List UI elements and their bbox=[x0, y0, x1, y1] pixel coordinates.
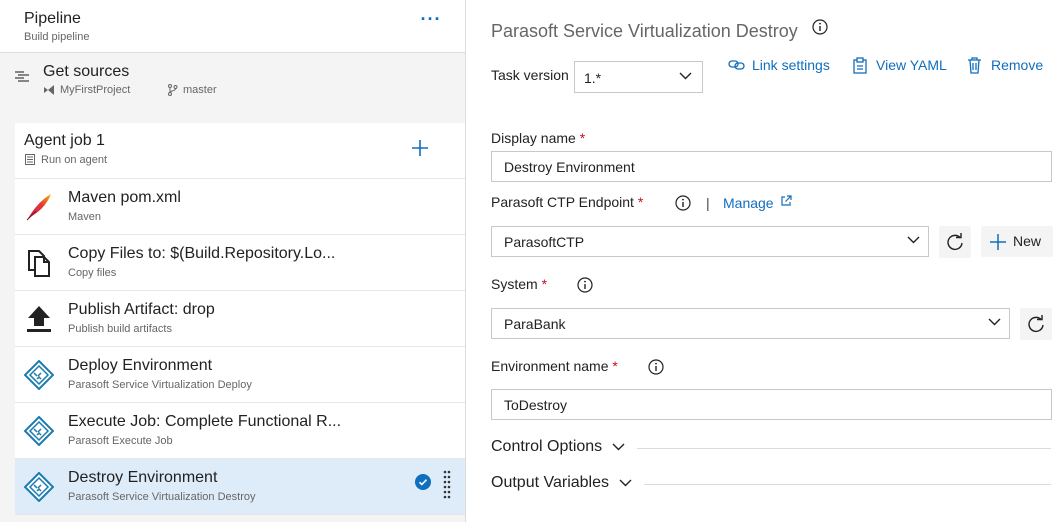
task-title: Copy Files to: $(Build.Repository.Lo... bbox=[68, 245, 336, 262]
required-marker: * bbox=[612, 358, 618, 374]
refresh-system-button[interactable] bbox=[1020, 308, 1052, 340]
info-icon[interactable] bbox=[648, 359, 664, 375]
endpoint-value: ParasoftCTP bbox=[504, 234, 585, 250]
task-item-selected[interactable]: Destroy Environment Parasoft Service Vir… bbox=[15, 459, 465, 515]
environment-name-input[interactable]: ToDestroy bbox=[491, 389, 1052, 420]
required-marker: * bbox=[579, 130, 586, 146]
pipeline-subtitle: Build pipeline bbox=[24, 31, 90, 43]
output-variables-label: Output Variables bbox=[491, 474, 609, 491]
repo-name: MyFirstProject bbox=[60, 84, 131, 96]
clipboard-icon bbox=[853, 57, 867, 74]
chevron-down-icon bbox=[907, 236, 920, 244]
trash-icon bbox=[968, 57, 981, 74]
task-subtitle: Parasoft Service Virtualization Deploy bbox=[68, 379, 252, 391]
pipeline-panel: Pipeline Build pipeline ··· Get sources … bbox=[0, 0, 466, 522]
refresh-icon bbox=[1028, 315, 1044, 333]
task-title: Destroy Environment bbox=[68, 469, 218, 486]
divider bbox=[644, 484, 1051, 485]
maven-feather-icon bbox=[26, 194, 51, 221]
task-heading: Parasoft Service Virtualization Destroy bbox=[491, 21, 798, 41]
system-value: ParaBank bbox=[504, 316, 566, 332]
parasoft-icon bbox=[24, 472, 54, 502]
parasoft-icon bbox=[24, 360, 54, 390]
task-item[interactable]: Deploy Environment Parasoft Service Virt… bbox=[15, 347, 465, 403]
repo-icon bbox=[44, 85, 54, 95]
task-title: Deploy Environment bbox=[68, 357, 213, 374]
task-subtitle: Copy files bbox=[68, 267, 117, 279]
task-subtitle: Parasoft Execute Job bbox=[68, 435, 173, 447]
system-select[interactable]: ParaBank bbox=[491, 308, 1010, 339]
refresh-endpoint-button[interactable] bbox=[939, 226, 971, 258]
required-marker: * bbox=[541, 276, 548, 292]
environment-name-label: Environment name * bbox=[491, 358, 618, 374]
remove-label: Remove bbox=[991, 57, 1044, 73]
agent-job-subtitle: Run on agent bbox=[41, 154, 108, 166]
chevron-down-icon bbox=[612, 443, 625, 451]
branch-icon bbox=[168, 84, 178, 96]
add-task-icon[interactable] bbox=[410, 138, 430, 158]
endpoint-label: Parasoft CTP Endpoint * bbox=[491, 194, 644, 210]
task-subtitle: Parasoft Service Virtualization Destroy bbox=[68, 491, 256, 503]
task-title: Maven pom.xml bbox=[68, 189, 181, 206]
chevron-down-icon bbox=[619, 479, 632, 487]
branch-name: master bbox=[183, 84, 217, 96]
separator: | bbox=[706, 195, 710, 211]
task-details-panel: Parasoft Service Virtualization Destroy … bbox=[466, 0, 1057, 522]
pipeline-header: Pipeline Build pipeline ··· bbox=[0, 0, 465, 53]
agent-job-title: Agent job 1 bbox=[24, 132, 105, 149]
output-variables-section[interactable]: Output Variables bbox=[491, 474, 632, 492]
get-sources-title: Get sources bbox=[43, 63, 130, 80]
more-actions-button[interactable]: ··· bbox=[420, 10, 442, 32]
endpoint-select[interactable]: ParasoftCTP bbox=[491, 226, 929, 257]
task-item[interactable]: Execute Job: Complete Functional R... Pa… bbox=[15, 403, 465, 459]
new-endpoint-button[interactable]: New bbox=[981, 226, 1053, 257]
task-version-value: 1.* bbox=[584, 70, 602, 86]
info-icon[interactable] bbox=[812, 19, 828, 35]
display-name-input[interactable]: Destroy Environment bbox=[491, 151, 1052, 182]
task-item[interactable]: Copy Files to: $(Build.Repository.Lo... … bbox=[15, 235, 465, 291]
control-options-label: Control Options bbox=[491, 438, 603, 455]
task-subtitle: Maven bbox=[68, 211, 102, 223]
view-yaml-label: View YAML bbox=[876, 57, 947, 73]
chevron-down-icon bbox=[679, 72, 692, 80]
task-list: Agent job 1 Run on agent Maven pom.xml M… bbox=[15, 123, 465, 515]
new-label: New bbox=[1013, 233, 1042, 249]
task-item[interactable]: Publish Artifact: drop Publish build art… bbox=[15, 291, 465, 347]
control-options-section[interactable]: Control Options bbox=[491, 438, 625, 456]
refresh-icon bbox=[947, 233, 963, 251]
display-name-label: Display name * bbox=[491, 130, 586, 146]
manage-link[interactable]: Manage bbox=[723, 195, 774, 211]
link-settings-label: Link settings bbox=[752, 57, 830, 73]
external-link-icon bbox=[781, 195, 792, 206]
chevron-down-icon bbox=[988, 318, 1001, 326]
check-circle-icon bbox=[415, 474, 431, 490]
sources-list-icon bbox=[15, 71, 29, 82]
task-item[interactable]: Maven pom.xml Maven bbox=[15, 179, 465, 235]
agent-job-item[interactable]: Agent job 1 Run on agent bbox=[15, 123, 465, 179]
task-title: Publish Artifact: drop bbox=[68, 301, 215, 318]
copy-files-icon bbox=[28, 250, 50, 277]
task-version-select[interactable]: 1.* bbox=[574, 61, 703, 93]
pipeline-title: Pipeline bbox=[24, 10, 81, 27]
task-subtitle: Publish build artifacts bbox=[68, 323, 172, 335]
plus-icon bbox=[990, 234, 1006, 250]
system-label: System * bbox=[491, 276, 548, 292]
task-version-label: Task version bbox=[491, 67, 569, 83]
task-title: Execute Job: Complete Functional R... bbox=[68, 413, 342, 430]
drag-handle-icon[interactable] bbox=[443, 470, 451, 500]
info-icon[interactable] bbox=[577, 277, 593, 293]
server-icon bbox=[25, 154, 35, 165]
required-marker: * bbox=[637, 194, 644, 210]
divider bbox=[637, 448, 1051, 449]
parasoft-icon bbox=[24, 416, 54, 446]
upload-icon bbox=[27, 306, 51, 332]
info-icon[interactable] bbox=[675, 195, 691, 211]
link-icon bbox=[728, 60, 745, 70]
